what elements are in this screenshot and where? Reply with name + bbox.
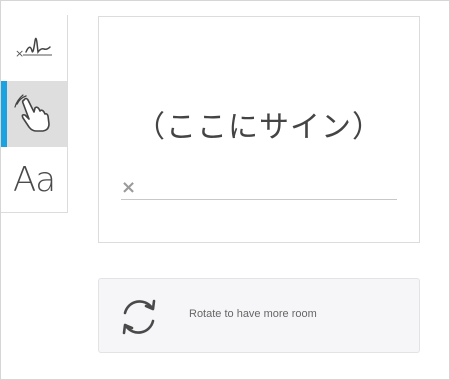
rotate-icon: [122, 299, 156, 335]
tool-touch-signature[interactable]: [1, 81, 67, 147]
rotate-hint-text: Rotate to have more room: [189, 308, 317, 320]
signature-draw-icon: ×: [15, 37, 52, 60]
hand-pointer-icon: [14, 94, 50, 132]
signature-canvas[interactable]: （ここにサイン） ×: [98, 16, 420, 243]
signature-pad-window: × Aa （ここにサイン） × Rotate to have more room: [0, 0, 450, 380]
signature-placeholder: （ここにサイン）: [135, 110, 383, 145]
tool-type-signature[interactable]: Aa: [1, 147, 67, 213]
type-tool-label: Aa: [12, 160, 56, 200]
signature-mode-rail: × Aa: [1, 15, 68, 213]
tool-draw-signature[interactable]: ×: [1, 15, 67, 81]
rotate-hint: Rotate to have more room: [98, 278, 420, 353]
active-indicator: [1, 81, 7, 147]
clear-signature-icon[interactable]: ×: [121, 179, 136, 197]
svg-text:×: ×: [15, 47, 24, 60]
signature-baseline: [121, 199, 397, 200]
